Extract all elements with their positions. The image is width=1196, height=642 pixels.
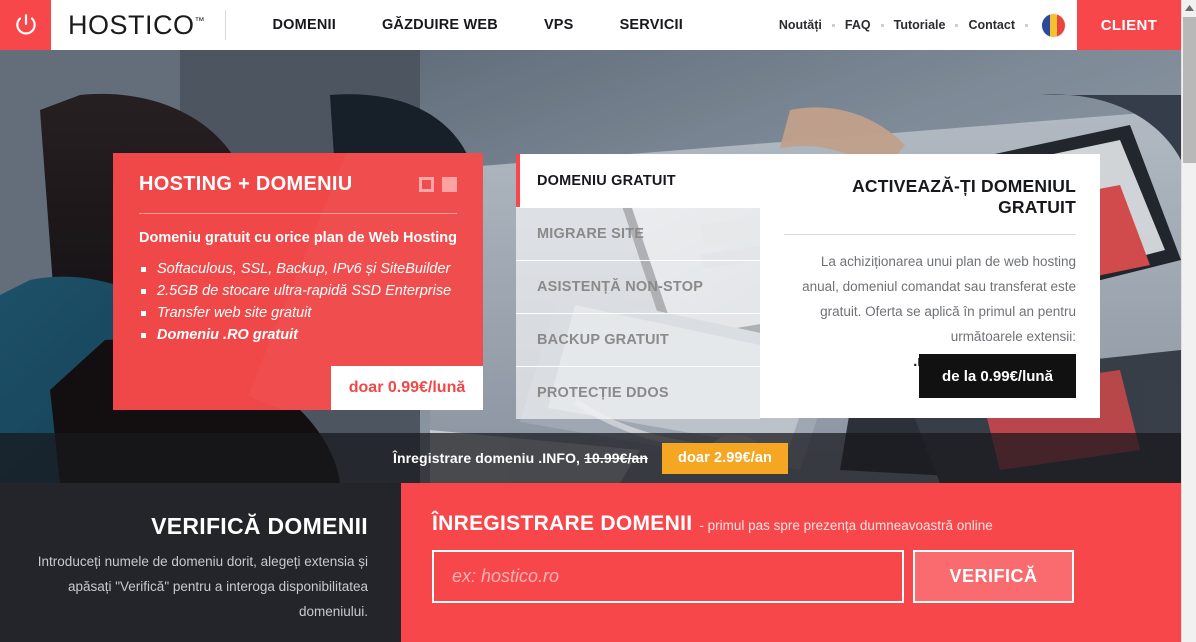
- power-icon: [13, 12, 39, 38]
- panel-title: ACTIVEAZĂ-ȚI DOMENIUL GRATUIT: [852, 176, 1076, 217]
- panel-body-text: La achiziționarea unui plan de web hosti…: [802, 254, 1076, 344]
- hosting-offer-card: HOSTING + DOMENIU Domeniu gratuit cu ori…: [113, 153, 483, 410]
- promo-strip: Înregistrare domeniu .INFO, 10.99€/an do…: [0, 433, 1181, 483]
- scrollbar-up-arrow-icon[interactable]: [1182, 0, 1196, 15]
- verify-description: Introduceți numele de domeniu dorit, ale…: [37, 554, 368, 619]
- verify-button[interactable]: VERIFICĂ: [913, 550, 1074, 603]
- domain-search-section: VERIFICĂ DOMENII Introduceți numele de d…: [0, 483, 1181, 642]
- offer-feature-list: Softaculous, SSL, Backup, IPv6 și SiteBu…: [139, 258, 457, 346]
- page-root: HOSTICO™ DOMENII GĂZDUIRE WEB VPS SERVIC…: [0, 0, 1196, 642]
- page-scrollbar[interactable]: [1181, 0, 1196, 642]
- panel-price-button[interactable]: de la 0.99€/lună: [919, 354, 1076, 398]
- offer-feature-item: Transfer web site gratuit: [139, 302, 457, 324]
- flag-stripe-yellow: [1049, 13, 1058, 37]
- slider-indicators: [419, 177, 457, 192]
- verify-title: VERIFICĂ DOMENII: [151, 513, 368, 539]
- romania-flag-icon[interactable]: [1042, 13, 1065, 37]
- scrollbar-thumb[interactable]: [1183, 17, 1196, 163]
- tab-domeniu-gratuit[interactable]: DOMENIU GRATUIT: [516, 154, 760, 207]
- top-link-noutati[interactable]: Noutăți: [769, 18, 832, 32]
- flag-stripe-blue: [1042, 13, 1050, 37]
- features-panel: DOMENIU GRATUIT MIGRARE SITE ASISTENȚĂ N…: [516, 154, 1100, 419]
- nav-item-gazduire-web[interactable]: GĂZDUIRE WEB: [359, 17, 521, 33]
- feature-tabs: DOMENIU GRATUIT MIGRARE SITE ASISTENȚĂ N…: [516, 154, 760, 419]
- offer-card-title: HOSTING + DOMENIU: [139, 173, 353, 195]
- hero-section: HOSTING + DOMENIU Domeniu gratuit cu ori…: [0, 50, 1181, 483]
- tab-panel-content: ACTIVEAZĂ-ȚI DOMENIUL GRATUIT La achiziț…: [760, 154, 1100, 418]
- separator-dot: [1025, 23, 1028, 27]
- top-link-faq[interactable]: FAQ: [835, 18, 881, 32]
- tab-label: DOMENIU GRATUIT: [537, 172, 676, 189]
- domain-search-row: VERIFICĂ: [432, 550, 1151, 603]
- flag-stripe-red: [1057, 13, 1065, 37]
- tab-label: MIGRARE SITE: [537, 226, 645, 242]
- site-header: HOSTICO™ DOMENII GĂZDUIRE WEB VPS SERVIC…: [0, 0, 1181, 50]
- domain-search-input[interactable]: [432, 550, 904, 603]
- promo-text-before: Înregistrare domeniu .INFO,: [392, 450, 581, 466]
- main-navigation: DOMENII GĂZDUIRE WEB VPS SERVICII: [250, 17, 706, 33]
- tab-active-accent: [516, 154, 520, 207]
- slider-dot-1[interactable]: [419, 177, 434, 192]
- promo-old-price: 10.99€/an: [584, 450, 649, 466]
- register-subtitle: - primul pas spre prezența dumneavoastră…: [699, 518, 993, 533]
- logo[interactable]: [0, 0, 51, 50]
- register-heading: ÎNREGISTRARE DOMENII - primul pas spre p…: [432, 512, 1151, 536]
- nav-item-servicii[interactable]: SERVICII: [597, 17, 706, 33]
- promo-button[interactable]: doar 2.99€/an: [662, 442, 789, 474]
- slider-dot-2[interactable]: [442, 177, 457, 192]
- verify-info-panel: VERIFICĂ DOMENII Introduceți numele de d…: [0, 483, 401, 642]
- tab-migrare-site[interactable]: MIGRARE SITE: [516, 207, 760, 260]
- register-panel: ÎNREGISTRARE DOMENII - primul pas spre p…: [401, 483, 1181, 642]
- register-title: ÎNREGISTRARE DOMENII: [432, 512, 693, 535]
- top-link-tutoriale[interactable]: Tutoriale: [884, 18, 956, 32]
- tab-protectie-ddos[interactable]: PROTECȚIE DDOS: [516, 366, 760, 419]
- header-divider: [224, 10, 226, 40]
- brand-name[interactable]: HOSTICO™: [68, 10, 205, 41]
- offer-feature-item: Softaculous, SSL, Backup, IPv6 și SiteBu…: [139, 258, 457, 280]
- offer-card-subtitle: Domeniu gratuit cu orice plan de Web Hos…: [139, 230, 457, 246]
- offer-card-header: HOSTING + DOMENIU: [139, 173, 457, 196]
- offer-price-button[interactable]: doar 0.99€/lună: [331, 366, 483, 410]
- secondary-navigation: Noutăți FAQ Tutoriale Contact: [769, 18, 1028, 32]
- tab-label: PROTECȚIE DDOS: [537, 385, 669, 401]
- tab-label: BACKUP GRATUIT: [537, 332, 669, 348]
- tab-label: ASISTENȚĂ NON-STOP: [537, 279, 704, 295]
- offer-card-rule: [139, 213, 457, 214]
- nav-item-domenii[interactable]: DOMENII: [250, 17, 359, 33]
- brand-text: HOSTICO: [68, 9, 195, 40]
- trademark-symbol: ™: [194, 15, 205, 27]
- offer-feature-item: Domeniu .RO gratuit: [139, 324, 457, 346]
- top-link-contact[interactable]: Contact: [958, 18, 1025, 32]
- client-button[interactable]: CLIENT: [1077, 0, 1181, 50]
- header-right: Noutăți FAQ Tutoriale Contact CLIENT: [769, 0, 1181, 50]
- promo-text: Înregistrare domeniu .INFO, 10.99€/an: [393, 450, 648, 466]
- panel-rule: [784, 234, 1076, 235]
- tab-backup-gratuit[interactable]: BACKUP GRATUIT: [516, 313, 760, 366]
- nav-item-vps[interactable]: VPS: [521, 17, 597, 33]
- offer-feature-item: 2.5GB de stocare ultra-rapidă SSD Enterp…: [139, 280, 457, 302]
- tab-asistenta-non-stop[interactable]: ASISTENȚĂ NON-STOP: [516, 260, 760, 313]
